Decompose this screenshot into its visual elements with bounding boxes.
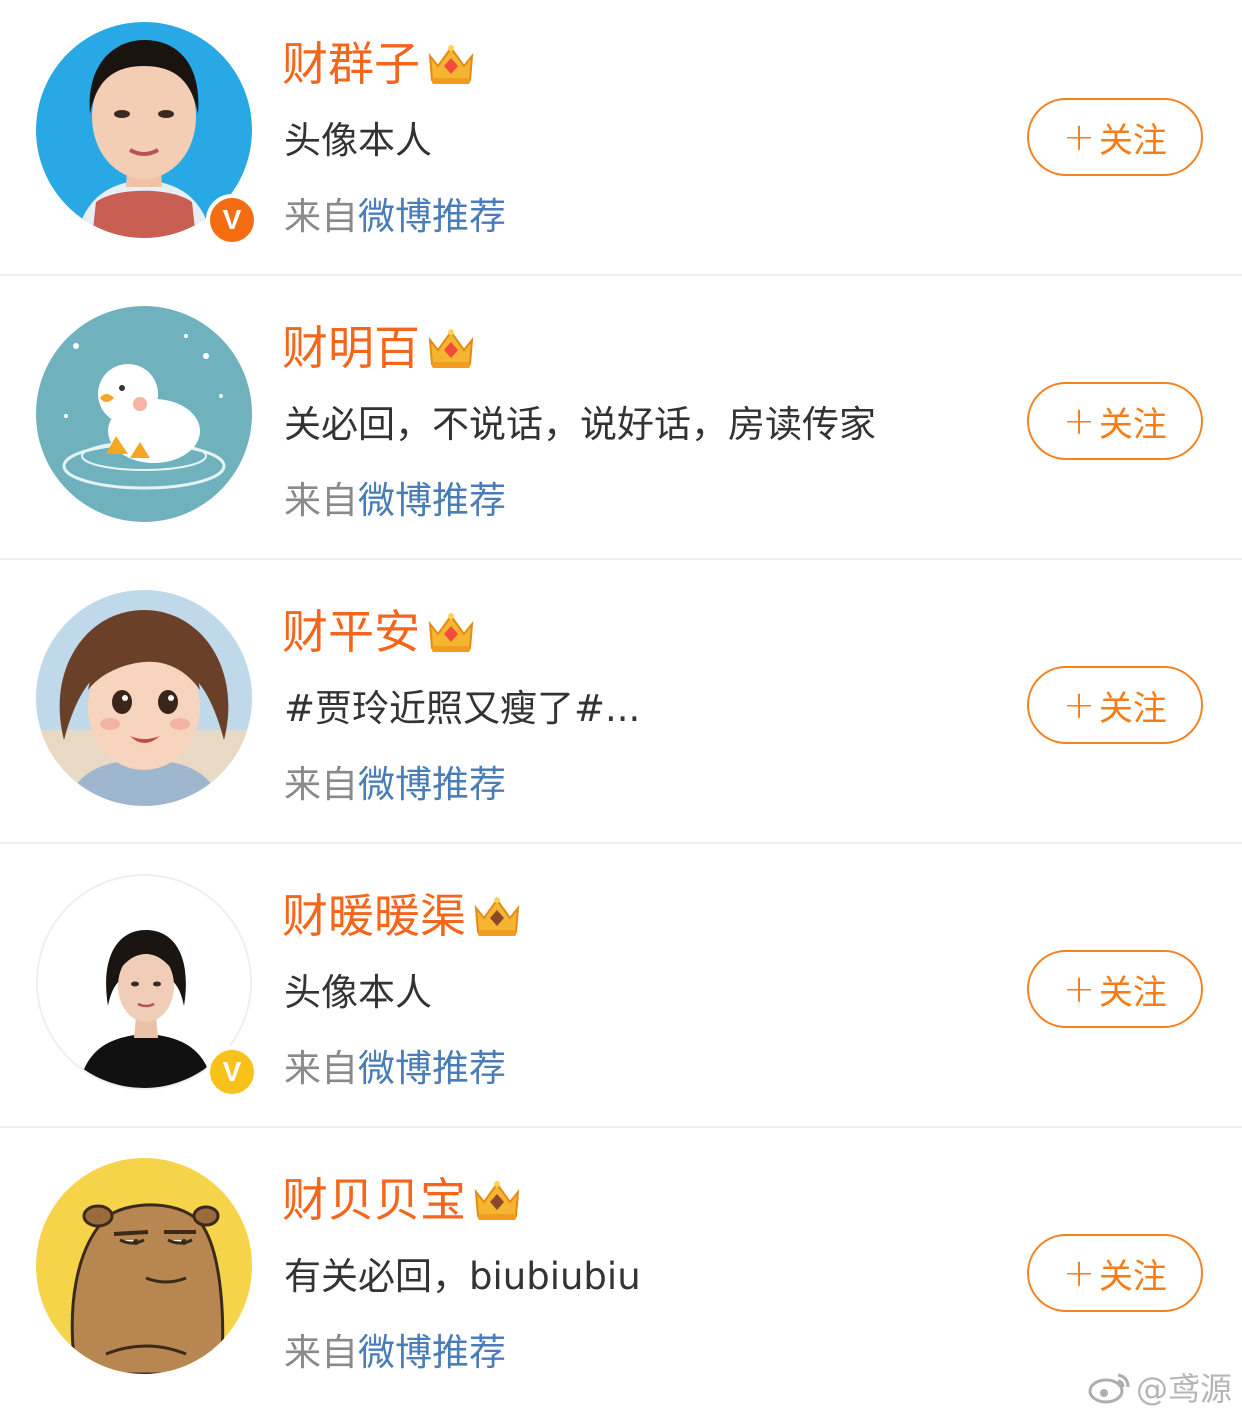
- follow-label: 关注: [1098, 120, 1167, 161]
- recommend-source: 来自微博推荐: [284, 192, 506, 242]
- recommend-source: 来自微博推荐: [284, 1044, 506, 1094]
- crown-icon: [474, 1181, 520, 1220]
- plus-icon: +: [1063, 967, 1095, 1011]
- username-line: 财贝贝宝: [282, 1170, 524, 1230]
- user-description: #贾玲近照又瘦了#...: [284, 687, 641, 730]
- recommend-source: 来自微博推荐: [284, 1328, 506, 1378]
- crown-icon: [474, 897, 520, 936]
- crown-icon: [428, 45, 474, 84]
- watermark: @鸢源: [1088, 1364, 1232, 1410]
- avatar[interactable]: [36, 1158, 252, 1374]
- follow-button[interactable]: + 关注: [1027, 666, 1203, 744]
- source-prefix: 来自: [284, 763, 358, 806]
- username-line: 财暖暖渠: [282, 886, 524, 946]
- plus-icon: +: [1063, 1251, 1095, 1295]
- source-prefix: 来自: [284, 1331, 358, 1374]
- source-prefix: 来自: [284, 479, 358, 522]
- follow-button[interactable]: + 关注: [1027, 1234, 1203, 1312]
- plus-icon: +: [1063, 115, 1095, 159]
- username[interactable]: 财群子: [282, 34, 420, 94]
- follow-button[interactable]: + 关注: [1027, 382, 1203, 460]
- divider: [0, 842, 1242, 844]
- avatar-cartoon-duck-icon: [36, 306, 252, 522]
- user-row[interactable]: V 财暖暖渠 头像本人 来自微博推荐 + 关注: [0, 852, 1242, 1128]
- verified-badge-icon: V: [206, 194, 258, 246]
- user-description: 有关必回，biubiubiu: [284, 1255, 641, 1298]
- username[interactable]: 财暖暖渠: [282, 886, 466, 946]
- source-link[interactable]: 微博推荐: [358, 763, 506, 806]
- source-link[interactable]: 微博推荐: [358, 479, 506, 522]
- user-row[interactable]: 财平安 #贾玲近照又瘦了#... 来自微博推荐 + 关注: [0, 568, 1242, 844]
- recommend-source: 来自微博推荐: [284, 476, 506, 526]
- user-description: 头像本人: [284, 119, 432, 162]
- user-description: 关必回，不说话，说好话，房读传家: [284, 403, 876, 446]
- divider: [0, 274, 1242, 276]
- recommend-source: 来自微博推荐: [284, 760, 506, 810]
- source-prefix: 来自: [284, 195, 358, 238]
- username-line: 财平安: [282, 602, 478, 662]
- user-description: 头像本人: [284, 971, 432, 1014]
- plus-icon: +: [1063, 683, 1095, 727]
- avatar-illustrated-girl-icon: [36, 590, 252, 806]
- source-link[interactable]: 微博推荐: [358, 1331, 506, 1374]
- divider: [0, 558, 1242, 560]
- follow-label: 关注: [1098, 404, 1167, 445]
- avatar[interactable]: [36, 590, 252, 806]
- verified-badge-icon: V: [206, 1046, 258, 1098]
- source-link[interactable]: 微博推荐: [358, 195, 506, 238]
- username[interactable]: 财贝贝宝: [282, 1170, 466, 1230]
- user-row[interactable]: 财明百 关必回，不说话，说好话，房读传家 来自微博推荐 + 关注: [0, 284, 1242, 560]
- crown-icon: [428, 613, 474, 652]
- source-prefix: 来自: [284, 1047, 358, 1090]
- follow-button[interactable]: + 关注: [1027, 950, 1203, 1028]
- source-link[interactable]: 微博推荐: [358, 1047, 506, 1090]
- username[interactable]: 财平安: [282, 602, 420, 662]
- plus-icon: +: [1063, 399, 1095, 443]
- follow-label: 关注: [1098, 688, 1167, 729]
- user-row[interactable]: V 财群子 头像本人 来自微博推荐 + 关注: [0, 0, 1242, 276]
- username-line: 财明百: [282, 318, 478, 378]
- crown-icon: [428, 329, 474, 368]
- divider: [0, 1126, 1242, 1128]
- follow-label: 关注: [1098, 972, 1167, 1013]
- username[interactable]: 财明百: [282, 318, 420, 378]
- username-line: 财群子: [282, 34, 478, 94]
- weibo-logo-icon: [1088, 1373, 1130, 1404]
- follow-button[interactable]: + 关注: [1027, 98, 1203, 176]
- user-row[interactable]: 财贝贝宝 有关必回，biubiubiu 来自微博推荐 + 关注: [0, 1136, 1242, 1412]
- avatar[interactable]: [36, 306, 252, 522]
- avatar-cartoon-capybara-icon: [36, 1158, 252, 1374]
- follow-label: 关注: [1098, 1256, 1167, 1297]
- watermark-text: @鸢源: [1135, 1370, 1232, 1408]
